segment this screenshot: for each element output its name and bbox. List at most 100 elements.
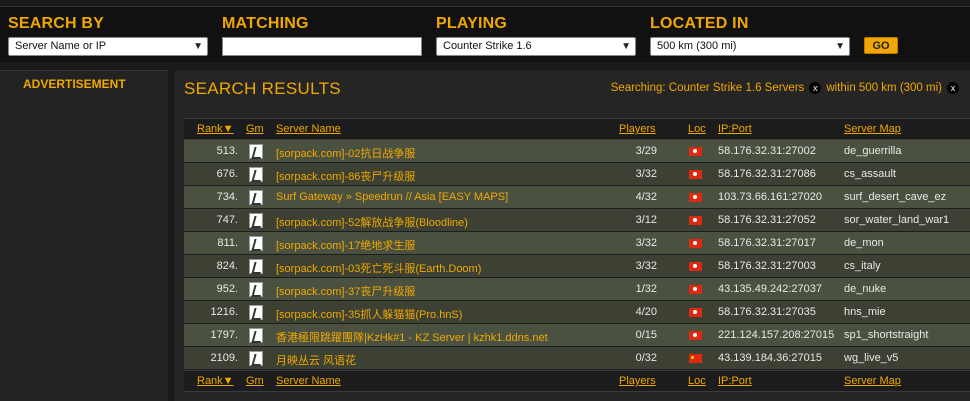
- rank-cell: 2109.: [210, 352, 238, 364]
- ip-port-cell: 43.135.49.242:27037: [718, 283, 822, 295]
- players-cell: 3/32: [635, 237, 657, 249]
- sort-name-header[interactable]: Server Name: [276, 375, 341, 387]
- sort-rank-header[interactable]: Rank▼: [197, 123, 234, 135]
- players-cell: 4/20: [635, 306, 657, 318]
- table-footer-header: Rank▼ Gm Server Name Players Loc IP:Port…: [184, 370, 970, 392]
- rank-cell: 1216.: [210, 306, 238, 318]
- players-cell: 3/29: [635, 145, 657, 157]
- players-cell: 1/32: [635, 283, 657, 295]
- server-name-link[interactable]: [sorpack.com]-86丧尸升级服: [276, 168, 415, 184]
- results-title: SEARCH RESULTS: [184, 79, 341, 98]
- hk-flag-icon: [689, 285, 702, 294]
- search-by-select[interactable]: Server Name or IP ▼: [8, 37, 208, 56]
- table-row[interactable]: 952. [sorpack.com]-37丧尸升级服 1/32 43.135.49.2…: [184, 278, 970, 301]
- sort-players-header[interactable]: Players: [619, 375, 656, 387]
- ip-port-cell: 58.176.32.31:27035: [718, 306, 816, 318]
- counter-strike-icon: [249, 351, 263, 366]
- table-row[interactable]: 513. [sorpack.com]-02抗日战争服 3/29 58.176.32.3…: [184, 140, 970, 163]
- results-panel: SEARCH RESULTS Searching: Counter Strike…: [174, 70, 970, 401]
- players-cell: 4/32: [635, 191, 657, 203]
- table-row[interactable]: 2109. 月映丛云 风语花 0/32 43.139.184.36:27015 wg_l…: [184, 347, 970, 370]
- search-by-value: Server Name or IP: [15, 40, 107, 52]
- table-row[interactable]: 811. [sorpack.com]-17绝地求生服 3/32 58.176.32.3…: [184, 232, 970, 255]
- playing-select[interactable]: Counter Strike 1.6 ▼: [436, 37, 636, 56]
- counter-strike-icon: [249, 236, 263, 251]
- sort-name-header[interactable]: Server Name: [276, 123, 341, 135]
- rank-cell: 952.: [216, 283, 238, 295]
- players-cell: 0/32: [635, 352, 657, 364]
- go-button[interactable]: GO: [864, 37, 898, 54]
- hk-flag-icon: [689, 262, 702, 271]
- located-in-label: LOCATED IN: [650, 15, 749, 32]
- server-name-link[interactable]: [sorpack.com]-17绝地求生服: [276, 237, 415, 253]
- hk-flag-icon: [689, 239, 702, 248]
- ip-port-cell: 43.139.184.36:27015: [718, 352, 822, 364]
- table-row[interactable]: 1797. 香港極限跳躍團隊|KzHk#1 - KZ Server | kzhk1…: [184, 324, 970, 347]
- server-name-link[interactable]: [sorpack.com]-35抓人躲猫猫(Pro.hnS): [276, 306, 462, 322]
- counter-strike-icon: [249, 259, 263, 274]
- matching-input[interactable]: [222, 37, 422, 56]
- rank-cell: 676.: [216, 168, 238, 180]
- sort-gm-header[interactable]: Gm: [246, 375, 264, 387]
- server-name-link[interactable]: 香港極限跳躍團隊|KzHk#1 - KZ Server | kzhk1.ddns…: [276, 329, 548, 345]
- server-map-cell: cs_assault: [844, 168, 896, 180]
- sort-gm-header[interactable]: Gm: [246, 123, 264, 135]
- rank-cell: 734.: [216, 191, 238, 203]
- sort-map-header[interactable]: Server Map: [844, 123, 901, 135]
- chevron-down-icon: ▼: [193, 41, 203, 52]
- located-in-value: 500 km (300 mi): [657, 40, 737, 52]
- ip-port-cell: 103.73.66.161:27020: [718, 191, 822, 203]
- server-map-cell: de_guerrilla: [844, 145, 902, 157]
- table-row[interactable]: 1216. [sorpack.com]-35抓人躲猫猫(Pro.hnS) 4/20 5…: [184, 301, 970, 324]
- table-row[interactable]: 676. [sorpack.com]-86丧尸升级服 3/32 58.176.32.3…: [184, 163, 970, 186]
- playing-label: PLAYING: [436, 15, 508, 32]
- ip-port-cell: 58.176.32.31:27002: [718, 145, 816, 157]
- cn-flag-icon: [689, 354, 702, 363]
- search-summary: Searching: Counter Strike 1.6 Servers x wi…: [611, 82, 964, 94]
- server-map-cell: cs_italy: [844, 260, 881, 272]
- table-row[interactable]: 734. Surf Gateway » Speedrun // Asia [EAS…: [184, 186, 970, 209]
- sort-ip-header[interactable]: IP:Port: [718, 123, 752, 135]
- table-header: Rank▼ Gm Server Name Players Loc IP:Port…: [184, 118, 970, 140]
- sort-ip-header[interactable]: IP:Port: [718, 375, 752, 387]
- sort-loc-header[interactable]: Loc: [688, 123, 706, 135]
- server-name-link[interactable]: [sorpack.com]-03死亡死斗服(Earth.Doom): [276, 260, 481, 276]
- sidebar: ADVERTISEMENT: [0, 70, 168, 401]
- counter-strike-icon: [249, 282, 263, 297]
- counter-strike-icon: [249, 328, 263, 343]
- hk-flag-icon: [689, 147, 702, 156]
- server-name-link[interactable]: 月映丛云 风语花: [276, 352, 356, 368]
- hk-flag-icon: [689, 216, 702, 225]
- counter-strike-icon: [249, 190, 263, 205]
- searching-game-filter: Searching: Counter Strike 1.6 Servers: [610, 82, 805, 94]
- sort-rank-header[interactable]: Rank▼: [197, 375, 234, 387]
- remove-distance-filter-button[interactable]: x: [947, 82, 959, 94]
- hk-flag-icon: [689, 331, 702, 340]
- sort-map-header[interactable]: Server Map: [844, 375, 901, 387]
- located-in-select[interactable]: 500 km (300 mi) ▼: [650, 37, 850, 56]
- rank-cell: 513.: [216, 145, 238, 157]
- server-name-link[interactable]: [sorpack.com]-02抗日战争服: [276, 145, 415, 161]
- chevron-down-icon: ▼: [835, 41, 845, 52]
- playing-value: Counter Strike 1.6: [443, 40, 532, 52]
- server-map-cell: wg_live_v5: [844, 352, 899, 364]
- rank-cell: 824.: [216, 260, 238, 272]
- table-row[interactable]: 747. [sorpack.com]-52解放战争服(Bloodline) 3/12…: [184, 209, 970, 232]
- ip-port-cell: 58.176.32.31:27052: [718, 214, 816, 226]
- server-map-cell: surf_desert_cave_ez: [844, 191, 947, 203]
- server-name-link[interactable]: [sorpack.com]-37丧尸升级服: [276, 283, 415, 299]
- counter-strike-icon: [249, 305, 263, 320]
- sort-loc-header[interactable]: Loc: [688, 375, 706, 387]
- remove-game-filter-button[interactable]: x: [809, 82, 822, 94]
- ip-port-cell: 58.176.32.31:27003: [718, 260, 816, 272]
- counter-strike-icon: [249, 213, 263, 228]
- hk-flag-icon: [689, 193, 702, 202]
- table-body: 513. [sorpack.com]-02抗日战争服 3/29 58.176.32.3…: [184, 140, 970, 370]
- server-name-link[interactable]: Surf Gateway » Speedrun // Asia [EASY MA…: [276, 191, 508, 203]
- counter-strike-icon: [249, 144, 263, 159]
- server-name-link[interactable]: [sorpack.com]-52解放战争服(Bloodline): [276, 214, 468, 230]
- server-map-cell: sor_water_land_war1: [844, 214, 950, 226]
- sort-players-header[interactable]: Players: [619, 123, 656, 135]
- rank-cell: 1797.: [210, 329, 238, 341]
- table-row[interactable]: 824. [sorpack.com]-03死亡死斗服(Earth.Doom) 3/3…: [184, 255, 970, 278]
